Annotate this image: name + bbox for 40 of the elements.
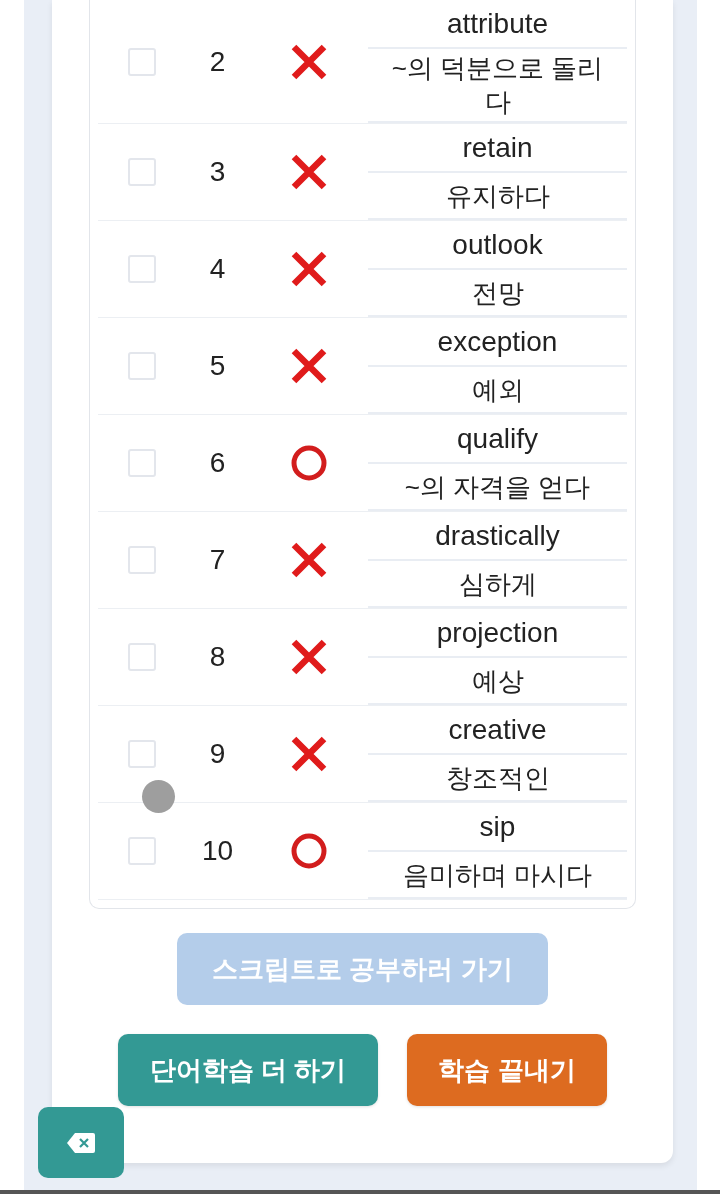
more-words-button[interactable]: 단어학습 더 하기 xyxy=(118,1034,378,1106)
row-number: 2 xyxy=(209,44,226,79)
finish-study-button[interactable]: 학습 끝내기 xyxy=(407,1034,607,1106)
row-number: 6 xyxy=(209,446,226,480)
korean-meaning: 심하게 xyxy=(458,567,537,601)
row-number: 8 xyxy=(209,640,226,674)
korean-meaning: ~의 자격을 얻다 xyxy=(404,470,591,504)
erase-button[interactable] xyxy=(38,1107,124,1178)
checkbox[interactable] xyxy=(127,449,156,477)
checkbox[interactable] xyxy=(127,740,156,768)
korean-meaning: 전망 xyxy=(471,276,524,310)
backspace-icon xyxy=(67,1132,95,1153)
english-word: creative xyxy=(448,715,547,744)
korean-meaning: ~의 덕분으로 돌리다 xyxy=(390,52,605,119)
korean-meaning: 음미하며 마시다 xyxy=(402,858,593,892)
korean-meaning: 예외 xyxy=(471,373,524,407)
korean-meaning: 창조적인 xyxy=(445,761,550,795)
english-word: drastically xyxy=(435,521,560,550)
english-word: outlook xyxy=(452,230,543,259)
english-word: attribute xyxy=(446,9,549,38)
row-number: 7 xyxy=(209,543,226,577)
checkbox[interactable] xyxy=(127,643,156,671)
row-number: 5 xyxy=(209,349,226,383)
english-word: qualify xyxy=(457,424,538,453)
english-word: sip xyxy=(479,812,516,841)
row-number: 10 xyxy=(201,834,234,868)
checkbox[interactable] xyxy=(127,47,156,76)
korean-meaning: 유지하다 xyxy=(445,179,550,213)
checkbox[interactable] xyxy=(127,352,156,380)
checkbox[interactable] xyxy=(127,546,156,574)
english-word: exception xyxy=(437,327,558,356)
english-word: projection xyxy=(436,618,559,647)
checkbox[interactable] xyxy=(127,158,156,186)
row-number: 3 xyxy=(209,155,226,189)
row-number: 9 xyxy=(209,737,226,771)
korean-meaning: 예상 xyxy=(471,664,524,698)
english-word: retain xyxy=(462,133,533,162)
checkbox[interactable] xyxy=(127,837,156,865)
row-number: 4 xyxy=(209,252,226,286)
checkbox[interactable] xyxy=(127,255,156,283)
